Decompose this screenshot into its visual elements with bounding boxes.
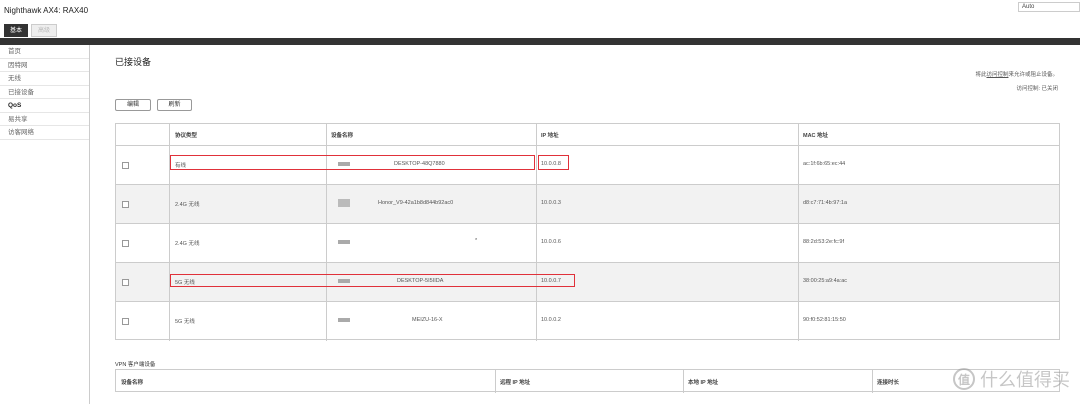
watermark-text: 什么值得买 [980,370,1070,390]
sidebar-item-readyshare[interactable]: 易共享 [0,113,89,126]
column-divider [798,124,799,341]
top-header: Nighthawk AX4: RAX40 Auto 基本 高级 [0,0,1080,38]
column-divider [536,124,537,341]
header-mac-address: MAC 地址 [803,133,829,139]
sidebar-item-internet[interactable]: 因特网 [0,59,89,72]
language-select[interactable]: Auto [1018,2,1080,12]
watermark: 值 什么值得买 [953,366,1070,392]
highlight-box-row1 [170,155,535,170]
table-row: 5G 无线 MEIZU-16-X 10.0.0.2 90:f0:52:81:15… [116,302,1059,341]
watermark-logo-icon: 值 [953,368,975,390]
vpn-header-local-ip: 本地 IP 地址 [688,380,719,386]
access-control-link[interactable]: 访问控制 [986,72,1008,78]
header-ip-address: IP 地址 [541,133,559,139]
table-row: 2.4G 无线 Honor_V9-42a1b8d844b92ac0 10.0.0… [116,185,1059,224]
row-checkbox[interactable] [122,201,129,208]
sidebar-item-wireless[interactable]: 无线 [0,72,89,86]
row-checkbox[interactable] [122,318,129,325]
highlight-box-row1-ip [538,155,569,170]
column-divider [683,370,684,393]
header-divider-bar [0,38,1080,45]
vpn-devices-table: 设备名称 远程 IP 地址 本地 IP 地址 连接时长 [115,369,1060,393]
refresh-button[interactable]: 刷新 [157,99,192,111]
access-note-prefix: 将此 [975,72,987,78]
device-name: Honor_V9-42a1b8d844b92ac0 [378,200,454,206]
mac-address: 38:00:25:a9:4a:ac [803,278,848,284]
edit-button[interactable]: 编辑 [115,99,151,111]
table-header: 协议类型 设备名称 IP 地址 MAC 地址 [116,124,1059,146]
sidebar-item-guest-network[interactable]: 访客网络 [0,126,89,140]
ip-address: 10.0.0.3 [541,200,561,206]
column-divider [872,370,873,393]
device-icon [338,199,350,207]
table-row: 2.4G 无线 * 10.0.0.6 88:2d:53:2e:fc:9f [116,224,1059,263]
connection-type: 5G 无线 [175,319,195,325]
mac-address: d8:c7:71:4b:97:1a [803,200,848,206]
sidebar-item-home[interactable]: 首页 [0,45,89,59]
mac-address: ac:1f:6b:65:ec:44 [803,161,846,167]
header-device-name: 设备名称 [331,133,354,139]
highlight-box-row4 [170,274,575,287]
sidebar-item-qos[interactable]: QoS [0,99,89,113]
mac-address: 88:2d:53:2e:fc:9f [803,239,844,245]
device-icon [338,318,350,322]
header-connection-type: 协议类型 [175,133,198,139]
device-name: MEIZU-16-X [412,317,443,323]
connection-type: 2.4G 无线 [175,202,200,208]
access-control-status: 访问控制: 已关闭 [1016,86,1058,92]
mac-address: 90:f0:52:81:15:50 [803,317,846,323]
row-checkbox[interactable] [122,279,129,286]
vpn-header-device-name: 设备名称 [121,380,144,386]
row-checkbox[interactable] [122,162,129,169]
sidebar-item-attached-devices[interactable]: 已接设备 [0,86,89,99]
ip-address: 10.0.0.2 [541,317,561,323]
tab-basic[interactable]: 基本 [4,24,28,37]
vpn-devices-title: VPN 客户端设备 [115,362,156,368]
sidebar: 首页 因特网 无线 已接设备 QoS 易共享 访客网络 [0,45,90,404]
device-name: * [475,238,478,244]
router-model-title: Nighthawk AX4: RAX40 [4,6,89,15]
ip-address: 10.0.0.6 [541,239,561,245]
row-checkbox[interactable] [122,240,129,247]
device-icon [338,240,350,244]
connection-type: 2.4G 无线 [175,241,200,247]
access-control-note: 将此访问控制来允许或阻止设备。 [975,70,1058,78]
vpn-header-duration: 连接时长 [877,380,900,386]
page-title: 已接设备 [115,57,152,67]
devices-table: 协议类型 设备名称 IP 地址 MAC 地址 有线 DESKTOP-48Q788… [115,123,1060,341]
vpn-header-remote-ip: 远程 IP 地址 [500,380,531,386]
column-divider [495,370,496,393]
tab-advanced[interactable]: 高级 [31,24,57,37]
access-note-suffix: 来允许或阻止设备。 [1008,72,1058,78]
